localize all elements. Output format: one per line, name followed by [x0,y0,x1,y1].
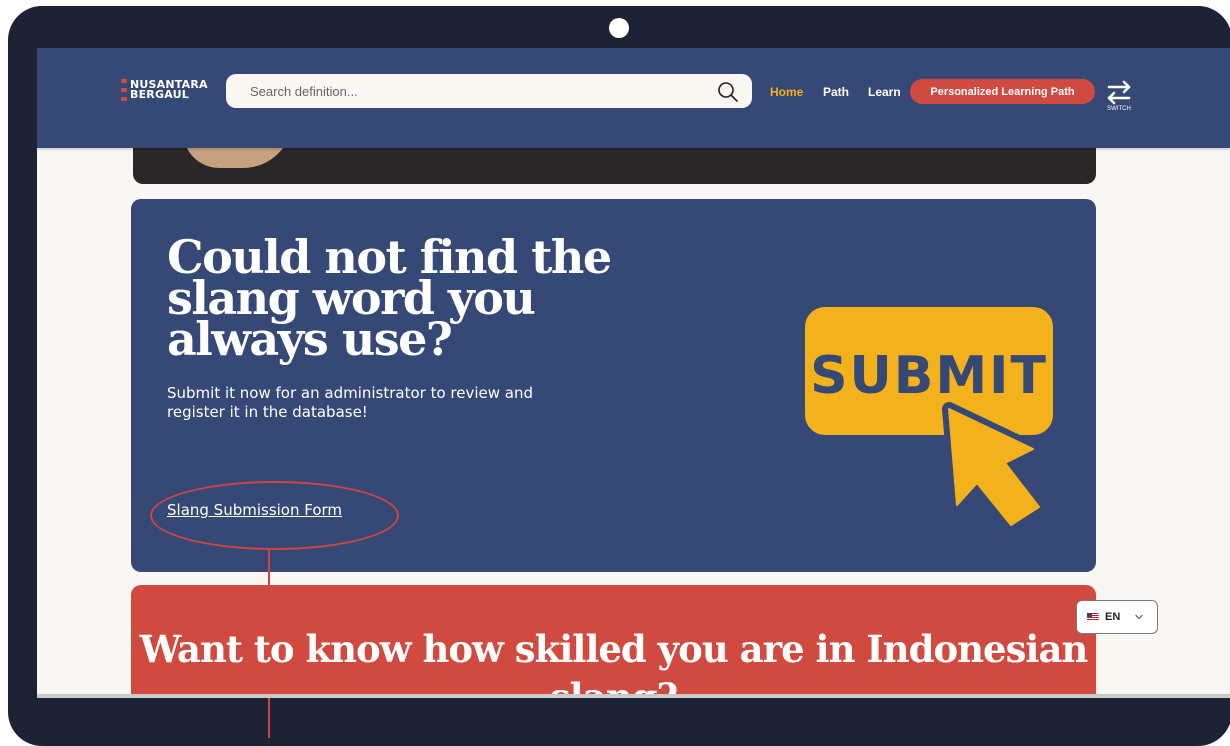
switch-label: SWITCH [1107,106,1131,112]
chevron-down-icon [1135,614,1143,620]
submit-heading: Could not find the slang word you always… [167,230,612,366]
logo-mark-icon [121,79,127,101]
search-input[interactable] [250,82,690,100]
search-bar [226,74,752,108]
nav-home[interactable]: Home [770,85,803,99]
annotation-callout-line [268,549,270,591]
flag-us-icon [1087,613,1099,621]
submit-description: Submit it now for an administrator to re… [167,384,534,421]
skill-quiz-card: Want to know how skilled you are in Indo… [131,585,1096,696]
logo-text: NUSANTARA BERGAUL [130,79,208,101]
personalized-learning-path-button[interactable]: Personalized Learning Path [910,79,1095,104]
logo-line-2: BERGAUL [130,88,189,101]
annotation-callout-line-extension [268,698,270,738]
switch-icon [1107,80,1131,105]
top-nav-bar: NUSANTARA BERGAUL Home Path Learn Person… [37,48,1230,148]
annotation-highlight-ellipse [150,481,399,550]
nav-learn[interactable]: Learn [868,85,901,99]
switch-button[interactable]: SWITCH [1099,78,1139,118]
submit-illustration: SUBMIT [801,303,1057,531]
language-selector[interactable]: EN [1076,600,1158,634]
screen-bottom-edge [37,694,1230,698]
site-logo[interactable]: NUSANTARA BERGAUL [121,79,208,101]
quiz-heading: Want to know how skilled you are in Indo… [139,627,1089,696]
submit-illustration-text: SUBMIT [810,346,1048,406]
screen: NUSANTARA BERGAUL Home Path Learn Person… [37,48,1230,696]
search-icon[interactable] [716,80,740,104]
language-code: EN [1105,611,1121,623]
camera-dot [609,18,629,38]
nav-path[interactable]: Path [823,85,849,99]
